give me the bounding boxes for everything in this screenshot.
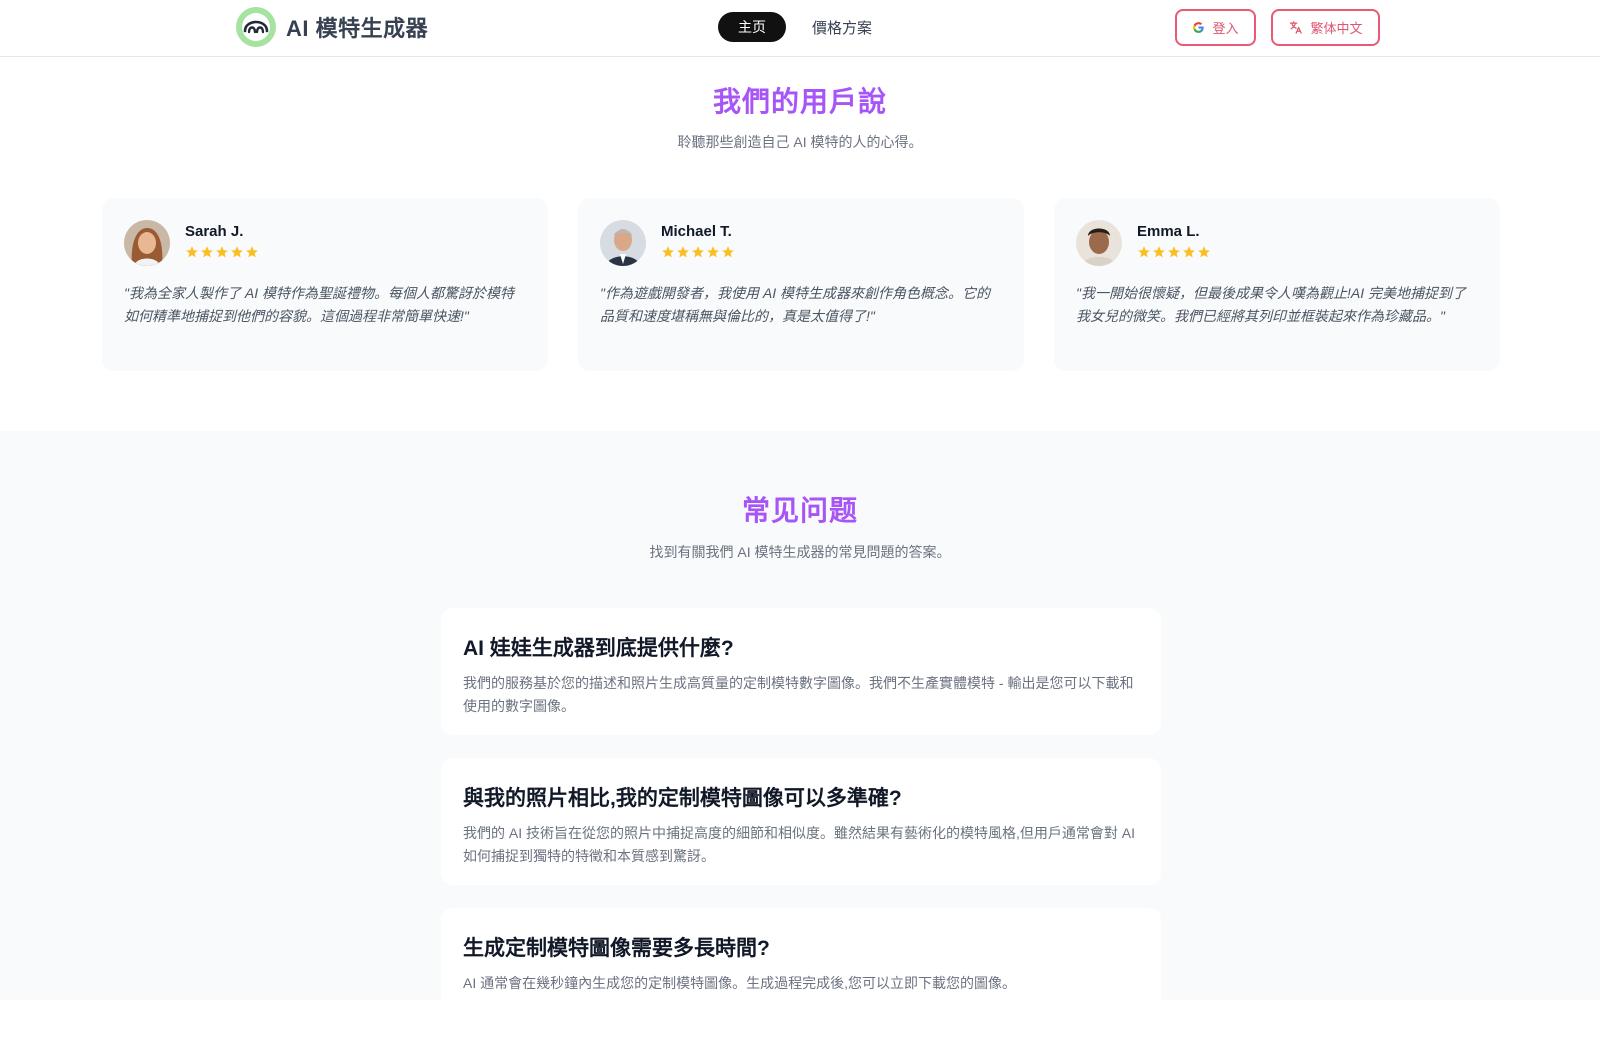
user-name: Emma L. [1137,223,1200,240]
faq-answer: 我們的 AI 技術旨在從您的照片中捕捉高度的細節和相似度。雖然結果有藝術化的模特… [463,825,1136,864]
user-name: Michael T. [661,223,732,240]
star-rating [661,245,735,259]
logo[interactable]: AI 模特生成器 [236,7,428,47]
star-rating [185,245,259,259]
faq-question: AI 娃娃生成器到底提供什麼? [463,637,734,660]
faq-item: AI 娃娃生成器到底提供什麼? 我們的服務基於您的描述和照片生成高質量的定制模特… [441,608,1161,735]
language-button[interactable]: 繁体中文 [1271,9,1380,46]
testimonial-quote: "我為全家人製作了 AI 模特作為聖誕禮物。每個人都驚訝於模特如何精準地捕捉到他… [124,285,514,324]
faq-answer: 我們的服務基於您的描述和照片生成高質量的定制模特數字圖像。我們不生產實體模特 -… [463,675,1134,714]
star-rating [1137,245,1211,259]
star-icon [677,246,689,258]
star-icon [1183,246,1195,258]
faq-title: 常见问题 [741,495,858,526]
login-button[interactable]: 登入 [1175,9,1256,46]
testimonial-quote: "我一開始很懷疑，但最後成果令人嘆為觀止!AI 完美地捕捉到了我女兒的微笑。我們… [1076,285,1466,324]
testimonial-card: Emma L. "我一開始很懷疑，但最後成果令人嘆為觀止!AI 完美地捕捉到了我… [1054,198,1500,371]
star-icon [662,246,674,258]
faq-question: 生成定制模特圖像需要多長時間? [463,937,770,960]
star-icon [186,246,198,258]
faq-item: 與我的照片相比,我的定制模特圖像可以多準確? 我們的 AI 技術旨在從您的照片中… [441,758,1161,885]
star-icon [201,246,213,258]
star-icon [216,246,228,258]
star-icon [707,246,719,258]
google-icon [1192,21,1205,34]
faq-question: 與我的照片相比,我的定制模特圖像可以多準確? [463,787,902,810]
testimonials-title: 我們的用戶說 [712,86,887,117]
nav-pricing-link[interactable]: 價格方案 [812,12,872,42]
star-icon [722,246,734,258]
faq-subtitle: 找到有關我們 AI 模特生成器的常見問題的答案。 [649,544,951,560]
testimonial-card: Michael T. "作為遊戲開發者，我使用 AI 模特生成器來創作角色概念。… [578,198,1024,371]
user-name: Sarah J. [185,223,244,240]
nav-home-link[interactable]: 主页 [718,12,786,42]
app-name: AI 模特生成器 [286,16,429,41]
star-icon [692,246,704,258]
faq-answer: AI 通常會在幾秒鐘內生成您的定制模特圖像。生成過程完成後,您可以立即下載您的圖… [463,975,1017,991]
star-icon [1138,246,1150,258]
avatar [600,220,646,266]
faq-item: 生成定制模特圖像需要多長時間? AI 通常會在幾秒鐘內生成您的定制模特圖像。生成… [441,908,1161,1048]
avatar [124,220,170,266]
avatar [1076,220,1122,266]
main-nav: 主页 價格方案 [718,12,872,42]
star-icon [246,246,258,258]
logo-icon [236,7,276,47]
testimonial-quote: "作為遊戲開發者，我使用 AI 模特生成器來創作角色概念。它的品質和速度堪稱無與… [600,285,990,324]
star-icon [1198,246,1210,258]
testimonial-card: Sarah J. "我為全家人製作了 AI 模特作為聖誕禮物。每個人都驚訝於模特… [102,198,548,371]
star-icon [1168,246,1180,258]
star-icon [231,246,243,258]
login-label: 登入 [1212,21,1239,36]
language-label: 繁体中文 [1310,21,1363,36]
testimonials-subtitle: 聆聽那些創造自己 AI 模特的人的心得。 [677,134,923,150]
star-icon [1153,246,1165,258]
translate-icon [1288,20,1303,35]
top-navigation-bar: AI 模特生成器 主页 價格方案 登入 繁体中文 [0,0,1600,57]
